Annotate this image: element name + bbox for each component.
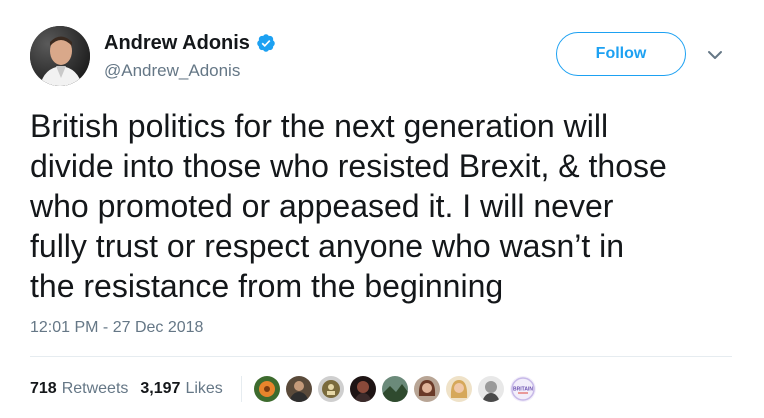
liker-avatar-man[interactable] — [285, 376, 312, 402]
liker-avatar-landscape[interactable] — [381, 376, 408, 402]
liker-avatar-dark-portrait[interactable] — [349, 376, 376, 402]
stats-divider — [240, 376, 242, 402]
author-display-name[interactable]: Andrew Adonis — [104, 30, 250, 56]
stats-top-divider — [30, 356, 732, 357]
likes-stat[interactable]: 3,197 Likes — [140, 380, 222, 398]
tweet-header: Andrew Adonis @Andrew_Adonis Follow — [30, 26, 734, 88]
tweet-card: Andrew Adonis @Andrew_Adonis Follow Brit… — [0, 0, 764, 418]
retweets-stat[interactable]: 718 Retweets — [30, 380, 128, 398]
engagement-stats: 718 Retweets 3,197 Likes BRITAIN — [30, 375, 542, 403]
author-avatar-image — [30, 26, 90, 86]
follow-button[interactable]: Follow — [556, 32, 686, 76]
verified-badge-icon — [256, 33, 276, 53]
author-name-block: Andrew Adonis @Andrew_Adonis — [104, 30, 276, 82]
tweet-text: British politics for the next generation… — [30, 108, 667, 304]
display-name-row: Andrew Adonis — [104, 30, 276, 56]
likes-count: 3,197 — [140, 380, 181, 397]
author-avatar[interactable] — [30, 26, 90, 86]
retweets-label: Retweets — [61, 380, 129, 397]
author-handle[interactable]: @Andrew_Adonis — [104, 60, 276, 82]
retweets-count: 718 — [30, 380, 57, 397]
liker-avatar-flower[interactable] — [253, 376, 280, 402]
liker-avatar-bw-portrait[interactable] — [477, 376, 504, 402]
liker-avatar-emblem[interactable] — [317, 376, 344, 402]
liker-avatar-blonde[interactable] — [445, 376, 472, 402]
britain-logo-text: BRITAIN — [513, 387, 533, 393]
liker-avatar-woman[interactable] — [413, 376, 440, 402]
tweet-timestamp[interactable]: 12:01 PM - 27 Dec 2018 — [30, 319, 203, 337]
chevron-down-icon[interactable] — [706, 48, 724, 62]
liker-avatar-britain-logo[interactable]: BRITAIN — [509, 376, 536, 402]
likes-label: Likes — [185, 380, 223, 397]
liker-avatars: BRITAIN — [253, 376, 542, 402]
